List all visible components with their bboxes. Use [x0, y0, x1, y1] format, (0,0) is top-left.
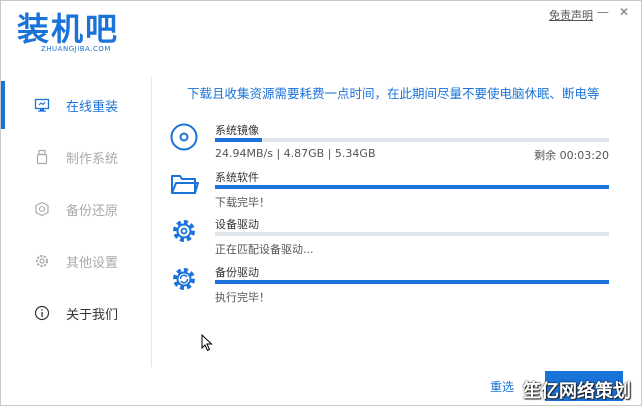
- sidebar: 在线重装 制作系统 备份还原 其他设置 关于我们: [1, 77, 152, 367]
- task-device-drivers: 设备驱动 正在匹配设备驱动...: [169, 216, 614, 260]
- watermark-text: 笙亿网络策划: [523, 381, 631, 402]
- sidebar-item-make-system[interactable]: 制作系统: [1, 131, 151, 183]
- minimize-icon[interactable]: —: [597, 5, 609, 19]
- disc-icon: [169, 122, 199, 152]
- gear-icon: [34, 253, 50, 269]
- progress-fill: [215, 280, 609, 284]
- task-name: 系统软件: [215, 171, 259, 184]
- progress-bar: [215, 280, 609, 284]
- task-status: 正在匹配设备驱动...: [215, 243, 314, 256]
- task-name: 备份驱动: [215, 266, 259, 279]
- gear-icon: [169, 216, 199, 246]
- task-status: 下载完毕！: [215, 196, 270, 209]
- task-system-image: 系统镜像 24.94MB/s | 4.87GB | 5.34GB 剩余 00:0…: [169, 122, 614, 166]
- info-icon: [34, 305, 50, 321]
- progress-bar: [215, 185, 609, 189]
- sidebar-item-label: 在线重装: [66, 99, 119, 115]
- sidebar-item-label: 备份还原: [66, 203, 119, 219]
- logo-text: 装机吧: [17, 10, 120, 48]
- usb-icon: [34, 149, 50, 165]
- sidebar-item-label: 关于我们: [66, 307, 119, 323]
- sidebar-item-online-reinstall[interactable]: 在线重装: [1, 79, 151, 131]
- folder-icon: [169, 169, 199, 199]
- task-status: 24.94MB/s | 4.87GB | 5.34GB: [215, 147, 376, 160]
- time-remaining: 剩余 00:03:20: [534, 149, 609, 162]
- task-name: 设备驱动: [215, 218, 259, 231]
- sidebar-item-about-us[interactable]: 关于我们: [1, 287, 151, 339]
- backup-icon: [34, 201, 50, 217]
- download-notice: 下载且收集资源需要耗费一点时间，在此期间尽量不要使电脑休眠、断电等: [187, 86, 600, 101]
- progress-bar: [215, 232, 609, 236]
- logo: 装机吧 ZHUANGJIBA.COM: [17, 11, 137, 53]
- task-backup-drivers: 备份驱动 执行完毕！: [169, 264, 614, 308]
- sidebar-item-backup-restore[interactable]: 备份还原: [1, 183, 151, 235]
- disclaimer-link[interactable]: 免责声明: [549, 7, 593, 23]
- progress-fill: [215, 185, 609, 189]
- task-name: 系统镜像: [215, 124, 259, 137]
- sidebar-item-other-settings[interactable]: 其他设置: [1, 235, 151, 287]
- mouse-cursor-icon: [201, 333, 213, 356]
- monitor-icon: [34, 97, 50, 113]
- progress-fill: [215, 138, 263, 142]
- refresh-gear-icon: [169, 264, 199, 294]
- task-status: 执行完毕！: [215, 291, 270, 304]
- reselect-link[interactable]: 重选: [490, 378, 514, 395]
- sidebar-item-label: 其他设置: [66, 255, 119, 271]
- logo-subtitle: ZHUANGJIBA.COM: [41, 45, 111, 53]
- progress-bar: [215, 138, 609, 142]
- sidebar-item-label: 制作系统: [66, 151, 119, 167]
- close-icon[interactable]: ✕: [619, 5, 629, 19]
- task-system-software: 系统软件 下载完毕！: [169, 169, 614, 213]
- installer-window: 装机吧 ZHUANGJIBA.COM 免责声明 — ✕ 在线重装 制作系统 备份…: [0, 0, 642, 406]
